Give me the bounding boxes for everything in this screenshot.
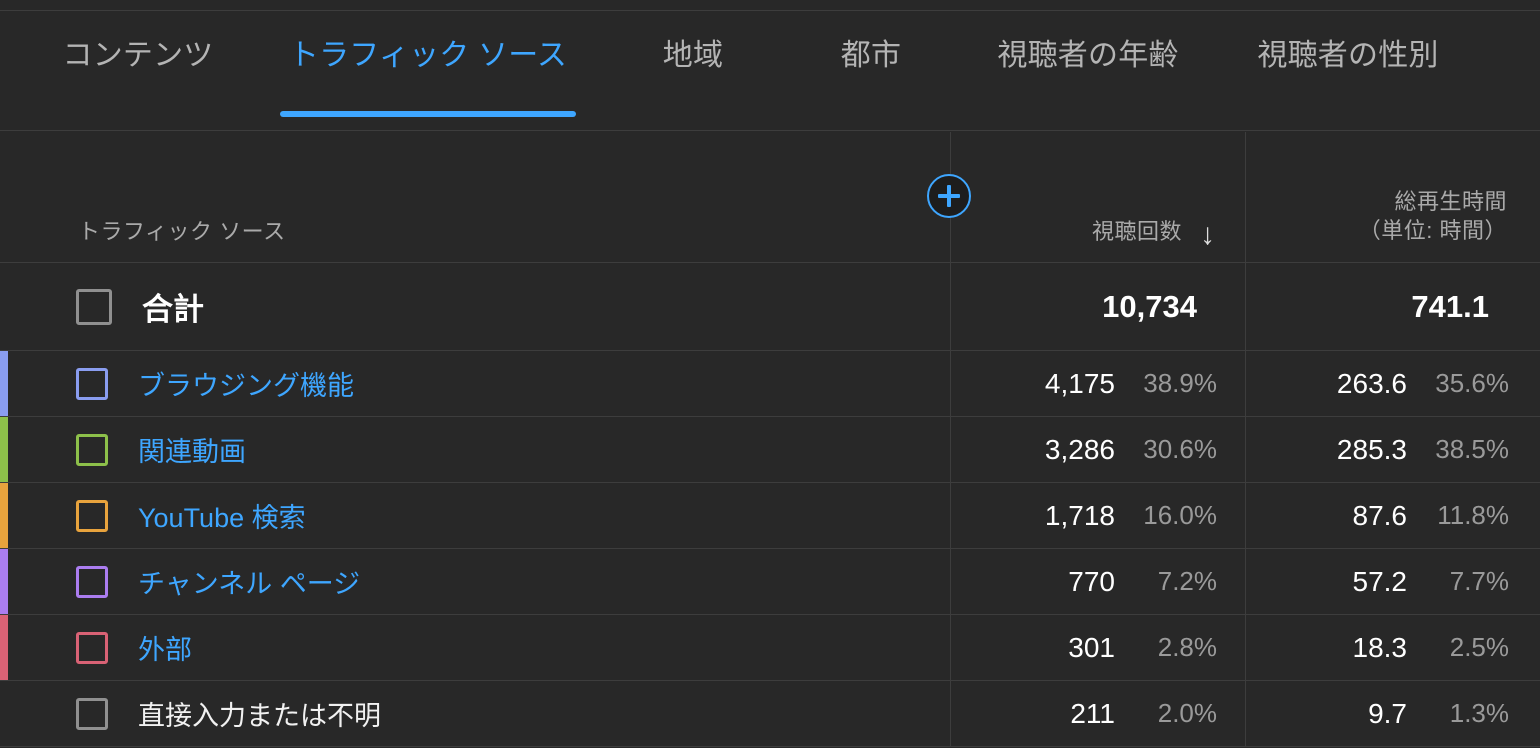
row-views-value: 1,718	[1044, 499, 1115, 531]
row-views-percent: 30.6%	[1143, 434, 1217, 464]
tab-0[interactable]: コンテンツ	[40, 12, 236, 131]
row-label[interactable]: ブラウジング機能	[138, 364, 354, 403]
row-views-percent: 16.0%	[1143, 500, 1217, 530]
row-views-cell: 3,286 30.6%	[951, 417, 1246, 482]
column-header-views: 視聴回数	[1091, 219, 1182, 244]
row-views-percent: 7.2%	[1157, 566, 1217, 596]
row-watch-percent: 35.6%	[1435, 368, 1509, 398]
table-body: ブラウジング機能 4,175 38.9% 263.6 35.6% 関連動画 3,286 30.…	[0, 351, 1540, 747]
row-watch-time-value: 9.7	[1368, 697, 1407, 729]
active-tab-underline	[280, 111, 576, 117]
row-views-percent: 38.9%	[1143, 368, 1217, 398]
row-views-cell: 4,175 38.9%	[951, 351, 1246, 416]
row-views-percent: 2.0%	[1157, 698, 1217, 728]
table-row: チャンネル ページ 770 7.2% 57.2 7.7%	[0, 549, 1540, 615]
table-header-row: トラフィック ソース 視聴回数 ↓ 総再生時間 （単位: 時間）	[0, 132, 1540, 263]
row-label-cell: 直接入力または不明	[0, 681, 951, 746]
tab-label: 都市	[840, 39, 902, 72]
checkbox-row[interactable]	[76, 565, 108, 598]
column-header-watch-time-line1: 総再生時間	[1394, 188, 1507, 214]
row-views-value: 4,175	[1044, 367, 1115, 399]
row-watch-cell: 57.2 7.7%	[1246, 549, 1539, 614]
row-watch-percent: 1.3%	[1449, 698, 1509, 728]
row-watch-time-value: 285.3	[1336, 433, 1407, 465]
table-row: 外部 301 2.8% 18.3 2.5%	[0, 615, 1540, 681]
table-row: 直接入力または不明 211 2.0% 9.7 1.3%	[0, 681, 1540, 747]
row-label-cell: YouTube 検索	[0, 483, 951, 548]
column-header-dimension: トラフィック ソース	[78, 219, 286, 244]
tab-5[interactable]: 視聴者の性別	[1238, 12, 1458, 131]
row-watch-percent: 2.5%	[1449, 632, 1509, 662]
row-label[interactable]: YouTube 検索	[138, 496, 306, 535]
checkbox-row[interactable]	[76, 433, 108, 466]
column-header-watch-time-line2: （単位: 時間）	[1358, 218, 1507, 244]
add-metric-button[interactable]	[927, 174, 971, 218]
total-row-label: 合計	[142, 292, 204, 327]
tab-label: 視聴者の年齢	[997, 39, 1179, 72]
column-header-watch-time: 総再生時間 （単位: 時間）	[1359, 187, 1507, 246]
total-views-value: 10,734	[1102, 288, 1197, 324]
row-label-cell: 外部	[0, 615, 951, 680]
checkbox-total[interactable]	[76, 288, 112, 325]
row-watch-cell: 285.3 38.5%	[1246, 417, 1539, 482]
checkbox-row[interactable]	[76, 367, 108, 400]
total-row-label-cell: 合計	[0, 263, 951, 350]
row-label-cell: ブラウジング機能	[0, 351, 951, 416]
row-watch-cell: 9.7 1.3%	[1246, 681, 1539, 746]
tab-3[interactable]: 都市	[806, 12, 936, 131]
row-views-percent: 2.8%	[1157, 632, 1217, 662]
header-cell-dimension[interactable]: トラフィック ソース	[0, 132, 951, 262]
row-watch-time-value: 57.2	[1352, 565, 1408, 597]
row-label-cell: 関連動画	[0, 417, 951, 482]
arrow-down-icon[interactable]: ↓	[1200, 220, 1215, 250]
checkbox-row[interactable]	[76, 697, 108, 730]
row-watch-cell: 263.6 35.6%	[1246, 351, 1539, 416]
table-row: YouTube 検索 1,718 16.0% 87.6 11.8%	[0, 483, 1540, 549]
row-watch-time-value: 87.6	[1352, 499, 1408, 531]
row-views-cell: 1,718 16.0%	[951, 483, 1246, 548]
row-views-value: 770	[1068, 565, 1115, 597]
analytics-traffic-source-panel: コンテンツ トラフィック ソース 地域 都市 視聴者の年齢 視聴者の性別 トラフィック ソ…	[0, 0, 1540, 748]
row-label: 直接入力または不明	[138, 701, 381, 731]
row-views-cell: 770 7.2%	[951, 549, 1246, 614]
row-label-cell: チャンネル ページ	[0, 549, 951, 614]
total-row-watch-cell: 741.1	[1246, 263, 1539, 350]
row-label[interactable]: 関連動画	[138, 430, 246, 469]
row-watch-time-value: 263.6	[1336, 367, 1407, 399]
dimension-tab-bar: コンテンツ トラフィック ソース 地域 都市 視聴者の年齢 視聴者の性別	[0, 12, 1540, 131]
row-views-value: 211	[1070, 697, 1115, 729]
table-row: ブラウジング機能 4,175 38.9% 263.6 35.6%	[0, 351, 1540, 417]
row-watch-cell: 87.6 11.8%	[1246, 483, 1539, 548]
table-row: 関連動画 3,286 30.6% 285.3 38.5%	[0, 417, 1540, 483]
tab-2[interactable]: 地域	[628, 12, 758, 131]
row-watch-percent: 7.7%	[1449, 566, 1509, 596]
row-watch-time-value: 18.3	[1352, 631, 1408, 663]
tab-label: コンテンツ	[62, 39, 214, 72]
panel-top-strip	[0, 0, 1540, 11]
checkbox-row[interactable]	[76, 499, 108, 532]
checkbox-row[interactable]	[76, 631, 108, 664]
row-views-value: 301	[1068, 631, 1115, 663]
row-views-cell: 301 2.8%	[951, 615, 1246, 680]
traffic-source-table: トラフィック ソース 視聴回数 ↓ 総再生時間 （単位: 時間） 合計 10,73…	[0, 132, 1540, 747]
row-watch-cell: 18.3 2.5%	[1246, 615, 1539, 680]
tab-label: トラフィック ソース	[288, 39, 568, 72]
row-label[interactable]: 外部	[138, 628, 192, 667]
total-row-views-cell: 10,734	[951, 263, 1246, 350]
row-views-value: 3,286	[1044, 433, 1115, 465]
total-watch-time-value: 741.1	[1411, 288, 1489, 324]
header-cell-views[interactable]: 視聴回数 ↓	[951, 132, 1246, 262]
row-views-cell: 211 2.0%	[951, 681, 1246, 746]
row-label[interactable]: チャンネル ページ	[138, 562, 360, 601]
row-watch-percent: 11.8%	[1437, 500, 1509, 530]
tab-label: 視聴者の性別	[1257, 39, 1439, 72]
table-total-row: 合計 10,734 741.1	[0, 263, 1540, 351]
tab-1[interactable]: トラフィック ソース	[280, 12, 576, 131]
plus-icon-stem	[947, 185, 951, 207]
tab-label: 地域	[662, 39, 724, 72]
row-watch-percent: 38.5%	[1435, 434, 1509, 464]
header-cell-watch-time[interactable]: 総再生時間 （単位: 時間）	[1246, 132, 1539, 262]
tab-4[interactable]: 視聴者の年齢	[978, 12, 1198, 131]
